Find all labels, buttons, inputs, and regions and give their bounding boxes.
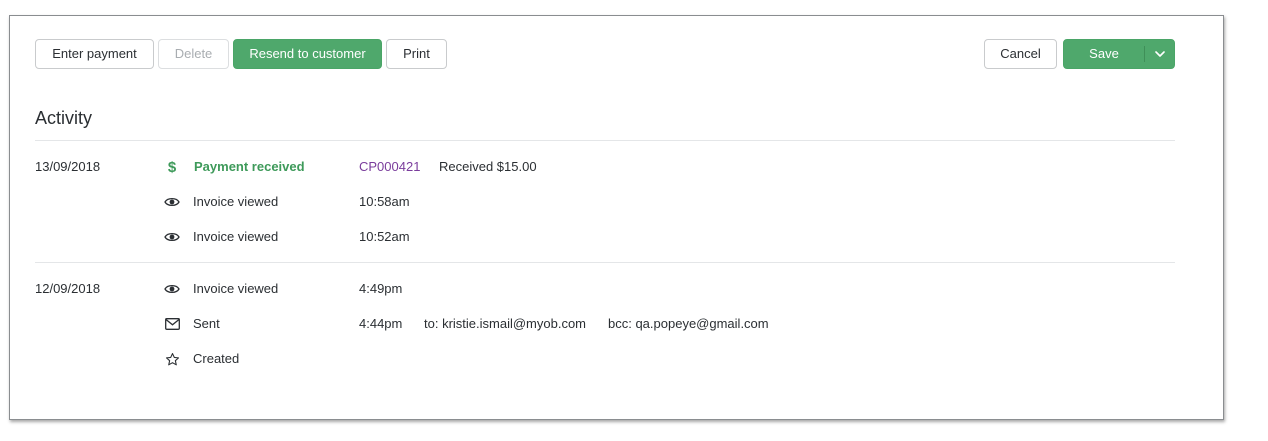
- payment-link[interactable]: CP000421: [359, 159, 420, 175]
- activity-divider-top: [35, 140, 1175, 141]
- activity-divider: [35, 262, 1175, 263]
- invoice-activity-panel: Enter payment Delete Resend to customer …: [9, 15, 1224, 420]
- star-icon: [164, 351, 180, 367]
- chevron-down-icon: [1154, 51, 1165, 57]
- delete-button[interactable]: Delete: [158, 39, 229, 69]
- eye-icon: [164, 281, 180, 297]
- save-button[interactable]: Save: [1064, 40, 1144, 68]
- activity-date: 13/09/2018: [35, 159, 101, 174]
- event-label: Payment received: [194, 159, 305, 174]
- print-button[interactable]: Print: [386, 39, 447, 69]
- event-label: Invoice viewed: [193, 194, 279, 209]
- enter-payment-button[interactable]: Enter payment: [35, 39, 154, 69]
- envelope-icon: [164, 316, 180, 332]
- event-time: 4:49pm: [359, 281, 403, 296]
- event-time: 10:58am: [359, 194, 410, 209]
- activity-heading: Activity: [35, 108, 93, 128]
- event-label: Sent: [193, 316, 220, 331]
- activity-date: 12/09/2018: [35, 281, 101, 296]
- event-label: Invoice viewed: [193, 281, 279, 296]
- dollar-icon: $: [167, 158, 177, 176]
- sent-to-address: to: kristie.ismail@myob.com: [424, 316, 587, 331]
- save-split-button: Save: [1063, 39, 1175, 69]
- cancel-button[interactable]: Cancel: [984, 39, 1057, 69]
- eye-icon: [164, 194, 180, 210]
- event-time: 4:44pm: [359, 316, 403, 331]
- event-label: Created: [193, 351, 240, 366]
- resend-to-customer-button[interactable]: Resend to customer: [233, 39, 382, 69]
- eye-icon: [164, 229, 180, 245]
- save-options-button[interactable]: [1145, 40, 1174, 68]
- payment-detail: Received $15.00: [439, 159, 537, 174]
- sent-bcc-address: bcc: qa.popeye@gmail.com: [608, 316, 769, 331]
- event-time: 10:52am: [359, 229, 410, 244]
- event-label: Invoice viewed: [193, 229, 279, 244]
